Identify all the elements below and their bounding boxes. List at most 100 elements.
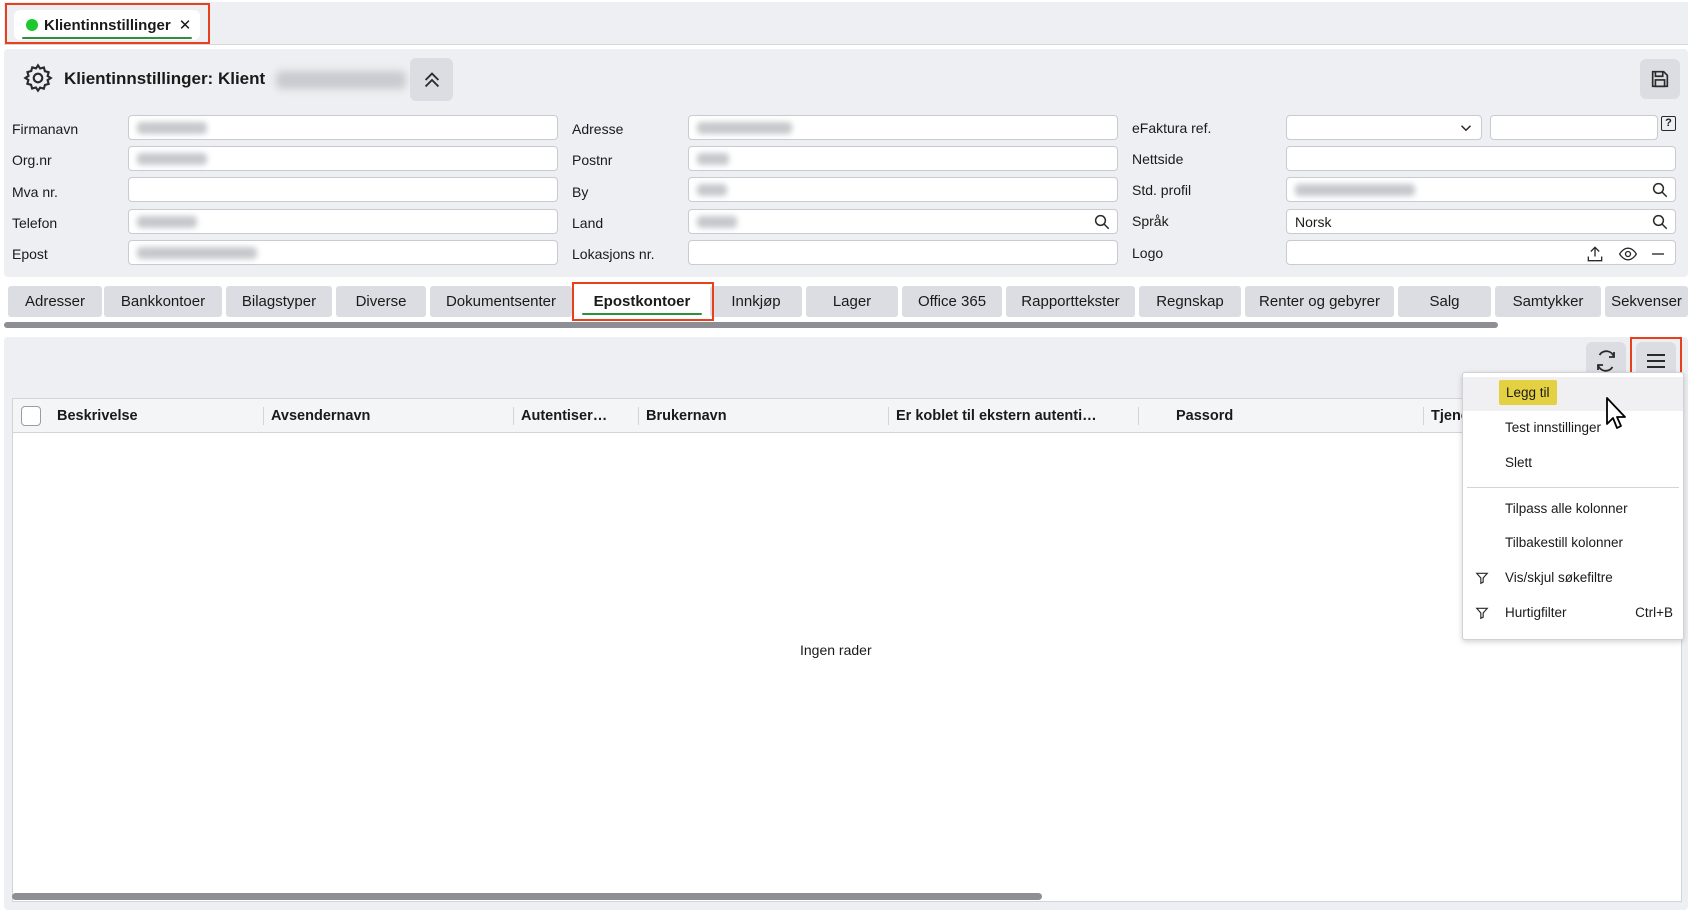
label-firmanavn: Firmanavn xyxy=(12,121,79,137)
tab-diverse[interactable]: Diverse xyxy=(336,286,426,317)
select-all-checkbox[interactable] xyxy=(21,406,41,426)
save-icon xyxy=(1651,70,1669,88)
tab-samtykker[interactable]: Samtykker xyxy=(1495,286,1601,317)
label-telefon: Telefon xyxy=(12,215,58,231)
grid-context-menu: Legg til Test innstillinger Slett Tilpas… xyxy=(1462,372,1684,640)
menu-item-legg-til[interactable]: Legg til xyxy=(1463,377,1683,411)
logo-field xyxy=(1286,240,1676,265)
gear-icon xyxy=(23,63,53,93)
document-tab-label: Klientinnstillinger xyxy=(44,16,171,34)
empty-grid-message: Ingen rader xyxy=(800,642,872,658)
tab-label: Regnskap xyxy=(1156,293,1224,310)
chevron-double-up-icon xyxy=(424,71,439,87)
hamburger-menu-icon xyxy=(1647,354,1665,368)
tab-lager[interactable]: Lager xyxy=(806,286,898,317)
epost-field[interactable] xyxy=(128,240,558,265)
grid-horizontal-scrollbar[interactable] xyxy=(12,893,1042,900)
tab-sekvenser[interactable]: Sekvenser xyxy=(1605,286,1688,317)
document-tabstrip: Klientinnstillinger ✕ xyxy=(4,2,1688,45)
tab-epostkontoer[interactable]: Epostkontoer xyxy=(576,286,708,317)
tab-label: Bankkontoer xyxy=(120,293,206,310)
tab-label: Innkjøp xyxy=(731,293,781,310)
column-header[interactable]: Brukernavn xyxy=(646,408,727,424)
efaktura-ref-input[interactable] xyxy=(1490,115,1658,140)
tab-rapporttekster[interactable]: Rapporttekster xyxy=(1006,286,1135,317)
tab-label: Epostkontoer xyxy=(593,293,691,310)
refresh-icon xyxy=(1597,350,1615,372)
telefon-field[interactable] xyxy=(128,209,558,234)
label-sprak: Språk xyxy=(1132,213,1169,229)
column-header[interactable]: Avsendernavn xyxy=(271,408,370,424)
menu-item-vis-skjul-sokefiltre[interactable]: Vis/skjul søkefiltre xyxy=(1463,561,1683,595)
menu-item-tilbakestill-kolonner[interactable]: Tilbakestill kolonner xyxy=(1463,526,1683,560)
label-land: Land xyxy=(572,215,604,231)
tab-renter-og-gebyrer[interactable]: Renter og gebyrer xyxy=(1245,286,1394,317)
menu-item-slett[interactable]: Slett xyxy=(1463,446,1683,480)
eye-icon[interactable] xyxy=(1617,244,1639,264)
label-adresse: Adresse xyxy=(572,121,624,137)
shortcut-label: Ctrl+B xyxy=(1635,605,1673,620)
tab-adresser[interactable]: Adresser xyxy=(8,286,102,317)
land-lookup-field[interactable] xyxy=(688,209,1118,234)
tabs-horizontal-scrollbar[interactable] xyxy=(4,322,1498,328)
tab-bankkontoer[interactable]: Bankkontoer xyxy=(104,286,222,317)
efaktura-ref-select[interactable] xyxy=(1286,115,1482,140)
tab-label: Sekvenser xyxy=(1611,293,1682,310)
mouse-cursor-icon xyxy=(1606,397,1626,429)
upload-icon[interactable] xyxy=(1585,244,1605,264)
label-lokasjonsnr: Lokasjons nr. xyxy=(572,246,655,262)
menu-item-test-innstillinger[interactable]: Test innstillinger xyxy=(1463,411,1683,445)
mvanr-field[interactable] xyxy=(128,177,558,202)
client-name-redacted xyxy=(276,71,406,89)
save-button[interactable] xyxy=(1640,59,1680,99)
tab-label: Bilagstyper xyxy=(241,293,317,310)
column-header[interactable]: Beskrivelse xyxy=(57,408,138,424)
menu-item-hurtigfilter[interactable]: Hurtigfilter Ctrl+B xyxy=(1463,596,1683,630)
tab-office-365[interactable]: Office 365 xyxy=(902,286,1002,317)
nettside-field[interactable] xyxy=(1286,146,1676,171)
filter-icon xyxy=(1475,607,1489,620)
label-nettside: Nettside xyxy=(1132,151,1184,167)
menu-item-tilpass-alle-kolonner[interactable]: Tilpass alle kolonner xyxy=(1463,492,1683,526)
adresse-field[interactable] xyxy=(688,115,1118,140)
label-epost: Epost xyxy=(12,246,48,262)
chevron-down-icon xyxy=(1460,125,1472,132)
active-status-dot xyxy=(26,19,38,31)
std-profil-lookup-field[interactable] xyxy=(1286,177,1676,202)
tab-label: Diverse xyxy=(355,293,407,310)
by-field[interactable] xyxy=(688,177,1118,202)
collapse-header-button[interactable] xyxy=(410,58,453,101)
close-tab-icon[interactable]: ✕ xyxy=(179,16,192,34)
label-orgnr: Org.nr xyxy=(12,152,52,168)
tab-label: Samtykker xyxy=(1512,293,1584,310)
tab-bilagstyper[interactable]: Bilagstyper xyxy=(226,286,332,317)
document-tab-klientinnstillinger[interactable]: Klientinnstillinger ✕ xyxy=(14,10,200,40)
tab-regnskap[interactable]: Regnskap xyxy=(1139,286,1241,317)
column-header[interactable]: Autentiser… xyxy=(521,408,607,424)
postnr-field[interactable] xyxy=(688,146,1118,171)
firmanavn-field[interactable] xyxy=(128,115,558,140)
orgnr-field[interactable] xyxy=(128,146,558,171)
label-efaktura-ref: eFaktura ref. xyxy=(1132,120,1212,136)
column-header[interactable]: Er koblet til ekstern autenti… xyxy=(896,408,1097,424)
tab-label: Dokumentsenter xyxy=(445,293,557,310)
tab-label: Adresser xyxy=(24,293,86,310)
label-postnr: Postnr xyxy=(572,152,613,168)
search-icon[interactable] xyxy=(1093,213,1111,231)
column-header[interactable]: Passord xyxy=(1176,408,1233,424)
label-logo: Logo xyxy=(1132,245,1164,261)
tab-salg[interactable]: Salg xyxy=(1398,286,1491,317)
label-by: By xyxy=(572,184,589,200)
remove-icon[interactable] xyxy=(1649,244,1667,264)
tab-label: Rapporttekster xyxy=(1021,293,1120,310)
lokasjonsnr-field[interactable] xyxy=(688,240,1118,265)
label-std-profil: Std. profil xyxy=(1132,182,1192,198)
help-icon[interactable]: ? xyxy=(1661,116,1676,131)
sprak-value: Norsk xyxy=(1295,213,1332,230)
search-icon[interactable] xyxy=(1651,181,1669,199)
tab-dokumentsenter[interactable]: Dokumentsenter xyxy=(430,286,572,317)
search-icon[interactable] xyxy=(1651,213,1669,231)
sprak-lookup-field[interactable]: Norsk xyxy=(1286,209,1676,234)
tab-innkjøp[interactable]: Innkjøp xyxy=(710,286,802,317)
label-mvanr: Mva nr. xyxy=(12,184,58,200)
